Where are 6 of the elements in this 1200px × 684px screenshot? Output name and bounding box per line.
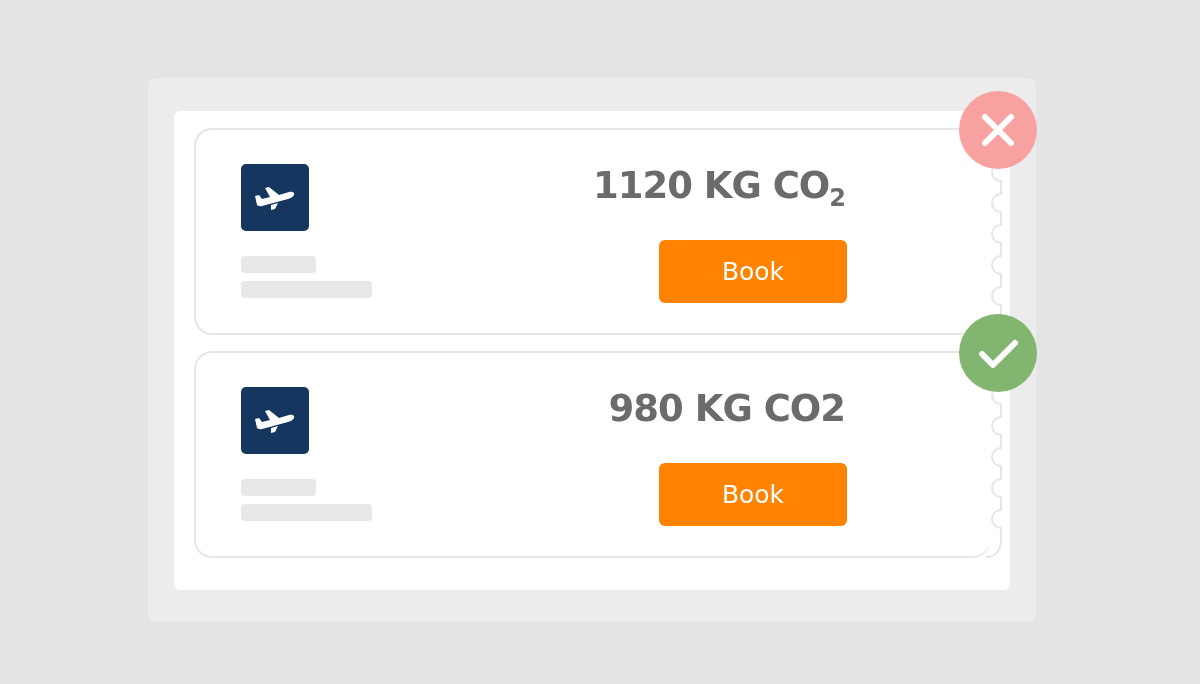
airplane-icon	[241, 387, 309, 454]
emission-amount: 1120 KG CO$_{2}$	[592, 164, 845, 215]
book-button[interactable]: Book	[659, 240, 847, 303]
airplane-icon	[241, 164, 309, 231]
book-button[interactable]: Book	[659, 463, 847, 526]
emission-amount: 980 KG CO2	[608, 387, 845, 432]
